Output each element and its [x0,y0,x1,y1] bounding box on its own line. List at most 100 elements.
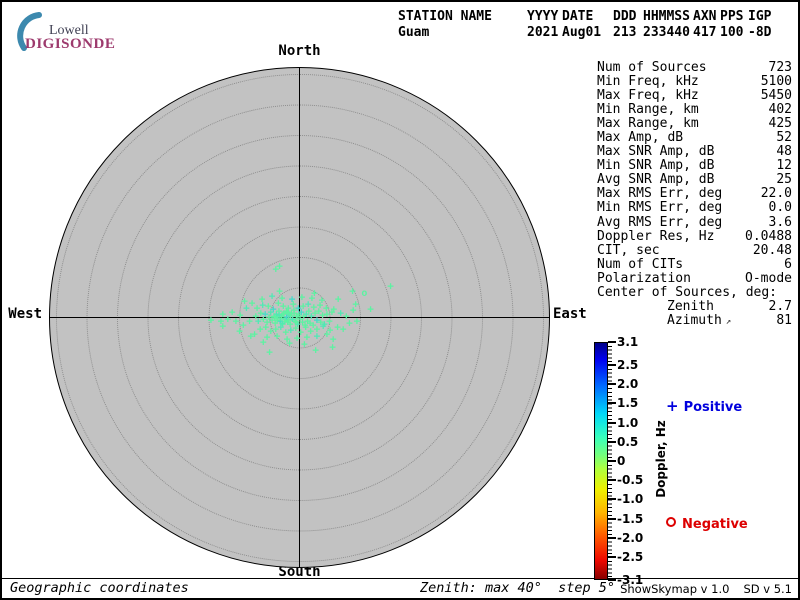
header-col: STATION NAME [398,9,527,25]
status-bar: Geographic coordinates Zenith: max 40° s… [2,578,798,598]
source-point: + [352,298,359,309]
skymap-window: Lowell DIGISONDE STATION NAME YYYY DATE … [0,0,800,600]
source-point: + [312,344,319,355]
compass-west-label: West [2,306,42,322]
colorbar-tick [608,556,616,558]
colorbar-tick [608,460,616,462]
stat-row: Avg SNR Amp, dB25 [597,173,792,187]
stat-row: Num of Sources723 [597,61,792,75]
source-point: + [286,338,293,349]
colorbar-tick [608,518,616,520]
azimuth-arrow-icon: ↗ [722,317,731,327]
colorbar-gradient [594,342,608,580]
station-name: Guam [398,25,527,41]
source-point: + [311,287,318,298]
source-point: + [335,294,342,305]
colorbar-tick-label: -2.0 [617,531,643,545]
header-val: 417 [693,25,720,41]
stat-row: CIT, sec20.48 [597,244,792,258]
source-point: + [346,318,353,329]
stat-row: Max RMS Err, deg22.0 [597,187,792,201]
header-val: 233440 [643,25,693,41]
header-col: IGP [748,9,774,25]
colorbar-tick-label: 3.1 [617,335,638,349]
source-point: + [387,281,394,292]
header-col: AXN [693,9,720,25]
source-point: + [295,310,302,321]
source-point: + [367,304,374,315]
source-point: + [248,331,255,342]
source-point: + [241,296,248,307]
source-point: + [259,293,266,304]
stat-row: Num of CITs6 [597,258,792,272]
source-point: + [354,315,361,326]
header-col: PPS [720,9,748,25]
skymap-plot: ++++++++++++++++++++++++++++++++++++++++… [49,67,550,568]
stat-row: PolarizationO-mode [597,272,792,286]
stat-row: Min Range, km402 [597,103,792,117]
compass-east-label: East [553,306,587,322]
stat-row: Max Amp, dB52 [597,131,792,145]
stat-row: Min Freq, kHz5100 [597,75,792,89]
stat-row: Min SNR Amp, dB12 [597,159,792,173]
stat-row-center-of-sources: Center of Sources, deg: [597,286,792,300]
stat-row: Min RMS Err, deg0.0 [597,201,792,215]
colorbar-tick-label: -1.0 [617,492,643,506]
source-point: + [219,321,226,332]
source-point: + [349,285,356,296]
source-point: + [269,291,276,302]
source-point: + [329,342,336,353]
zenith-range-label: Zenith: max 40° step 5° [420,580,615,596]
colorbar-tick-label: 2.5 [617,358,638,372]
colorbar-tick [608,383,616,385]
header-val: 213 [613,25,643,41]
source-point: + [294,333,301,344]
colorbar-tick [608,498,616,500]
colorbar-tick-label: -0.5 [617,473,643,487]
stat-row: Max Freq, kHz5450 [597,89,792,103]
stats-panel: Num of Sources723 Min Freq, kHz5100 Max … [597,61,792,329]
header-val: -8D [748,25,774,41]
header-val: Aug01 [562,25,613,41]
coordinates-mode-label: Geographic coordinates [10,580,189,596]
colorbar-tick [608,341,616,343]
colorbar-tick [608,441,616,443]
source-point: + [314,330,321,341]
source-point: + [236,326,243,337]
source-point: + [301,339,308,350]
sd-version: SD v 5.1 [729,582,792,596]
stat-row: Max Range, km425 [597,117,792,131]
stat-row: Doppler Res, Hz0.0488 [597,230,792,244]
header-col: DDD [613,9,643,25]
colorbar-tick [608,537,616,539]
colorbar-tick [608,579,616,581]
stat-row: Max SNR Amp, dB48 [597,145,792,159]
header-col: YYYY [527,9,562,25]
colorbar-tick-label: -1.5 [617,512,643,526]
header-col: DATE [562,9,613,25]
stat-row: Zenith2.7 [597,300,792,314]
colorbar-tick [608,422,616,424]
station-header-values: Guam 2021 Aug01 213 233440 417 100 -8D [398,25,774,41]
source-point: + [249,297,256,308]
source-point: + [246,316,253,327]
stat-row: Azimuth↗81 [597,314,792,329]
source-point: + [208,314,215,325]
station-header: STATION NAME YYYY DATE DDD HHMMSS AXN PP… [398,9,774,41]
header-val: 2021 [527,25,562,41]
header-val: 100 [720,25,748,41]
negative-source-point: o [361,289,367,299]
colorbar-tick-label: -2.5 [617,550,643,564]
colorbar-title: Doppler, Hz [654,420,668,498]
colorbar-tick-label: 1.5 [617,396,638,410]
station-header-columns: STATION NAME YYYY DATE DDD HHMMSS AXN PP… [398,9,774,25]
source-point: + [266,347,273,358]
source-point: + [274,331,281,342]
colorbar-tick [608,479,616,481]
colorbar-tick-label: 0 [617,454,625,468]
compass-north-label: North [49,43,550,59]
skymap-points: ++++++++++++++++++++++++++++++++++++++++… [50,68,549,567]
colorbar-tick [608,364,616,366]
source-point: + [319,295,326,306]
stat-row: Avg RMS Err, deg3.6 [597,216,792,230]
